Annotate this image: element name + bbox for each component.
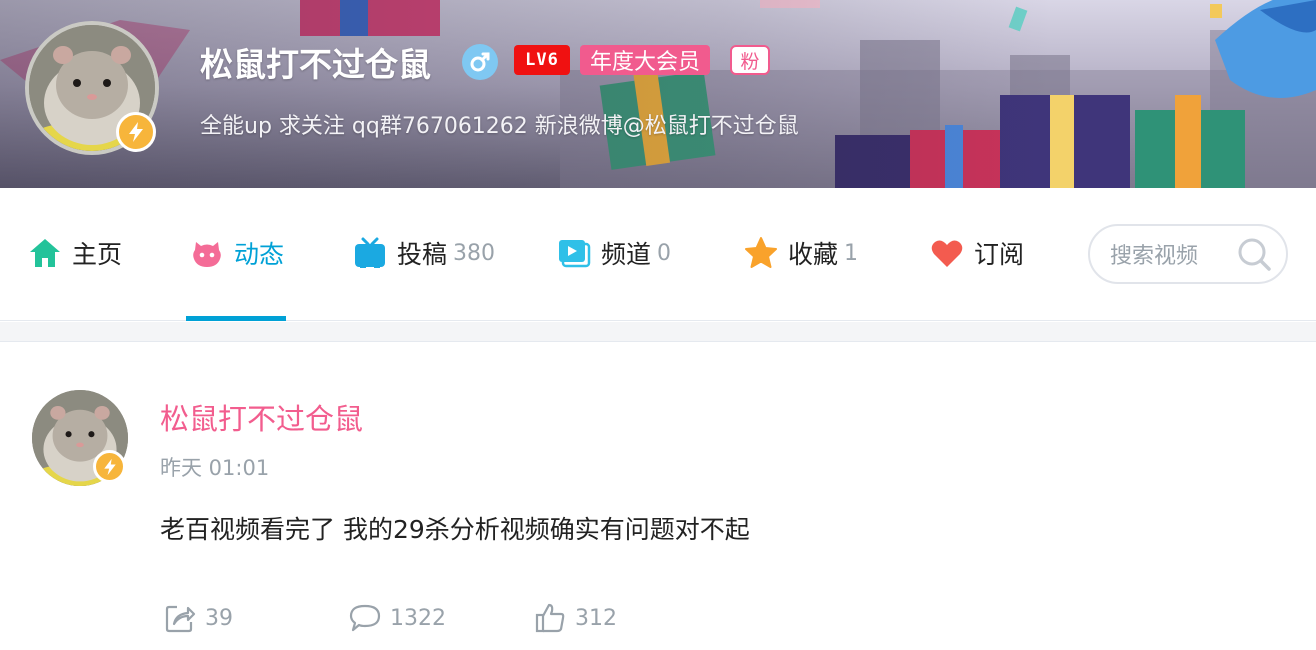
tab-favorites[interactable]: 收藏 1 bbox=[742, 232, 858, 274]
forward-icon bbox=[163, 601, 197, 635]
thumbs-up-icon bbox=[533, 601, 567, 635]
lightning-badge-icon bbox=[93, 450, 126, 483]
tab-videos-label: 投稿 bbox=[397, 240, 448, 269]
tab-dynamic[interactable]: 动态 bbox=[188, 232, 284, 274]
tab-subscribe[interactable]: 订阅 bbox=[928, 232, 1024, 274]
level-badge[interactable]: LV6 bbox=[514, 45, 570, 75]
comment-count: 1322 bbox=[390, 605, 446, 631]
tab-channel[interactable]: 频道 0 bbox=[555, 232, 671, 274]
dynamic-icon bbox=[188, 234, 226, 272]
tab-home-label: 主页 bbox=[72, 240, 123, 269]
fan-badge[interactable]: 粉 bbox=[730, 45, 770, 75]
tab-favorites-count: 1 bbox=[844, 240, 859, 266]
post-time[interactable]: 昨天 01:01 bbox=[160, 452, 269, 482]
search-placeholder: 搜索视频 bbox=[1110, 244, 1199, 269]
male-icon bbox=[462, 44, 498, 80]
forward-count: 39 bbox=[205, 605, 233, 631]
star-icon bbox=[742, 234, 780, 272]
post-username[interactable]: 松鼠打不过仓鼠 bbox=[160, 396, 363, 438]
tab-videos-count: 380 bbox=[453, 240, 496, 266]
tab-subscribe-label: 订阅 bbox=[974, 240, 1025, 269]
comment-button[interactable]: 1322 bbox=[348, 600, 446, 636]
profile-banner: 松鼠打不过仓鼠 LV6 年度大会员 粉 全能up 求关注 qq群76706126… bbox=[0, 0, 1316, 188]
heart-icon bbox=[928, 234, 966, 272]
post-content: 老百视频看完了 我的29杀分析视频确实有问题对不起 bbox=[160, 515, 750, 544]
home-icon bbox=[26, 234, 64, 272]
like-count: 312 bbox=[575, 605, 617, 631]
comment-icon bbox=[348, 601, 382, 635]
tab-favorites-label: 收藏 bbox=[788, 240, 839, 269]
search-icon[interactable] bbox=[1234, 234, 1274, 274]
channel-icon bbox=[555, 234, 593, 272]
tab-videos[interactable]: 投稿 380 bbox=[351, 232, 495, 274]
forward-button[interactable]: 39 bbox=[163, 600, 233, 636]
like-button[interactable]: 312 bbox=[533, 600, 617, 636]
active-tab-indicator bbox=[186, 316, 286, 321]
banner-shade bbox=[0, 0, 1316, 188]
tv-icon bbox=[351, 234, 389, 272]
tab-home[interactable]: 主页 bbox=[26, 232, 122, 274]
user-sign: 全能up 求关注 qq群767061262 新浪微博@松鼠打不过仓鼠 bbox=[200, 114, 799, 139]
tab-channel-label: 频道 bbox=[601, 240, 652, 269]
tab-channel-count: 0 bbox=[657, 240, 672, 266]
vip-badge[interactable]: 年度大会员 bbox=[580, 45, 711, 75]
section-divider bbox=[0, 322, 1316, 342]
username: 松鼠打不过仓鼠 bbox=[200, 45, 431, 84]
lightning-badge-icon bbox=[116, 112, 156, 152]
tab-dynamic-label: 动态 bbox=[234, 240, 285, 269]
search-input[interactable]: 搜索视频 bbox=[1088, 224, 1288, 284]
profile-nav: 主页 动态 投稿 380 频道 0 收藏 1 订阅 搜索视频 bbox=[0, 188, 1316, 321]
